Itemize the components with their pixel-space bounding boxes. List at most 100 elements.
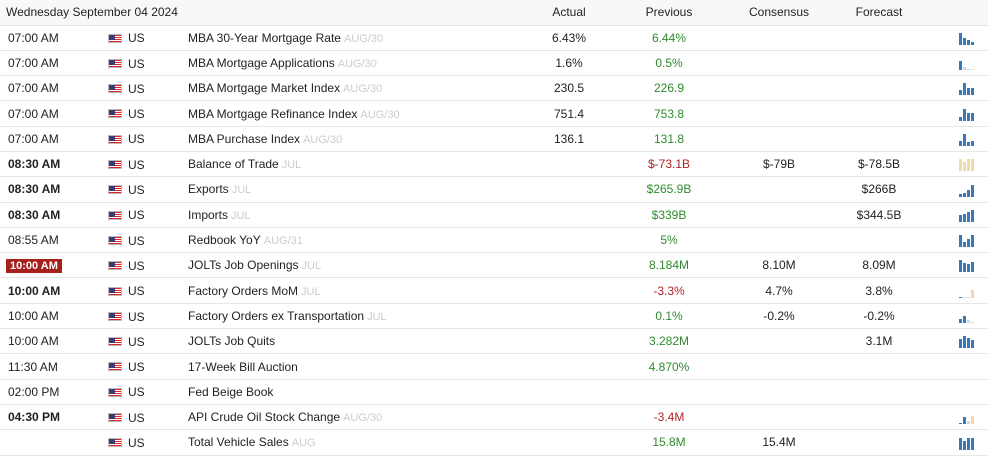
- trend-bar: [959, 214, 963, 222]
- calendar-row[interactable]: 07:00 AM US MBA 30-Year Mortgage Rate AUG/3…: [0, 25, 988, 51]
- event-name-link[interactable]: MBA Mortgage Market Index: [188, 81, 340, 95]
- calendar-row[interactable]: 10:00 AM US JOLTs Job Quits 3.282M 3.1M: [0, 328, 988, 355]
- column-header-forecast: Forecast: [834, 0, 925, 26]
- trend-chart-cell[interactable]: [924, 126, 988, 152]
- event-country: US: [106, 353, 184, 380]
- trend-sparkline-icon[interactable]: [959, 411, 975, 425]
- trend-bar: [971, 322, 975, 324]
- trend-chart-cell[interactable]: [924, 151, 988, 178]
- calendar-row[interactable]: 04:30 PM US API Crude Oil Stock Change AUG/…: [0, 404, 988, 431]
- event-time: 07:00 AM: [0, 50, 106, 77]
- actual-value: [524, 227, 615, 254]
- trend-bar: [959, 116, 963, 121]
- trend-bar: [967, 239, 971, 248]
- trend-chart-cell[interactable]: [924, 252, 988, 279]
- trend-sparkline-icon[interactable]: [959, 310, 975, 324]
- reference-period: JUL: [231, 209, 251, 222]
- calendar-row[interactable]: 11:30 AM US 17-Week Bill Auction 4.870%: [0, 353, 988, 380]
- event-name-link[interactable]: MBA Mortgage Refinance Index: [188, 107, 357, 121]
- event-name-link[interactable]: API Crude Oil Stock Change: [188, 410, 340, 424]
- trend-chart-cell[interactable]: [924, 328, 988, 355]
- event-country: US: [106, 151, 184, 178]
- trend-chart-cell[interactable]: [924, 303, 988, 330]
- calendar-row[interactable]: 10:00 AM US Factory Orders MoM JUL -3.3% 4.7%…: [0, 277, 988, 304]
- us-flag-icon: [108, 134, 122, 144]
- trend-chart-cell[interactable]: [924, 100, 988, 127]
- calendar-row[interactable]: 08:30 AM US Imports JUL $339B $344.5B: [0, 202, 988, 228]
- calendar-row[interactable]: 07:00 AM US MBA Mortgage Refinance Index AU…: [0, 100, 988, 127]
- calendar-row[interactable]: 10:00 AM US Factory Orders ex Transportati…: [0, 303, 988, 330]
- event-name-link[interactable]: Fed Beige Book: [188, 385, 273, 399]
- trend-bar: [963, 242, 967, 248]
- trend-chart-cell[interactable]: [924, 75, 988, 102]
- calendar-row[interactable]: 08:30 AM US Balance of Trade JUL $-73.1B $-79…: [0, 151, 988, 178]
- trend-sparkline-icon[interactable]: [959, 57, 975, 71]
- calendar-row[interactable]: 07:00 AM US MBA Purchase Index AUG/30 136.1 1…: [0, 126, 988, 152]
- event-name-link[interactable]: Factory Orders MoM: [188, 284, 298, 298]
- trend-sparkline-icon[interactable]: [959, 184, 975, 197]
- trend-chart-cell[interactable]: [924, 202, 988, 228]
- forecast-value: [834, 429, 925, 456]
- trend-sparkline-icon[interactable]: [959, 259, 975, 273]
- reference-period: AUG/30: [343, 32, 384, 45]
- event-name-link[interactable]: Balance of Trade: [188, 157, 279, 171]
- trend-chart-cell[interactable]: [924, 429, 988, 456]
- consensus-value: [724, 227, 835, 254]
- trend-sparkline-icon[interactable]: [959, 437, 975, 450]
- event-name-link[interactable]: Factory Orders ex Transportation: [188, 309, 364, 323]
- trend-sparkline-icon[interactable]: [959, 133, 975, 146]
- event-country: US: [106, 227, 184, 254]
- trend-sparkline-icon[interactable]: [959, 285, 975, 298]
- event-name-link[interactable]: MBA 30-Year Mortgage Rate: [188, 31, 341, 45]
- event-name-link[interactable]: Total Vehicle Sales: [188, 435, 289, 449]
- trend-chart-cell[interactable]: [924, 25, 988, 51]
- trend-chart-cell[interactable]: [924, 50, 988, 77]
- calendar-row[interactable]: 02:00 PM US Fed Beige Book: [0, 379, 988, 405]
- calendar-row[interactable]: 10:00 AM US JOLTs Job Openings JUL 8.184M 8.1…: [0, 252, 988, 279]
- forecast-value: [834, 25, 925, 51]
- event-time: 07:00 AM: [0, 126, 106, 152]
- forecast-value: -0.2%: [834, 303, 925, 330]
- event-name-link[interactable]: Redbook YoY: [188, 233, 261, 247]
- trend-sparkline-icon[interactable]: [959, 82, 975, 96]
- consensus-value: [724, 25, 835, 51]
- event-name-link[interactable]: Exports: [188, 182, 229, 196]
- calendar-row[interactable]: 07:00 AM US MBA Mortgage Market Index AUG/3…: [0, 75, 988, 102]
- trend-bar: [967, 296, 971, 298]
- calendar-row[interactable]: 08:30 AM US Exports JUL $265.9B $266B: [0, 176, 988, 203]
- trend-sparkline-icon[interactable]: [959, 32, 975, 45]
- trend-sparkline-icon[interactable]: [959, 108, 975, 121]
- trend-chart-cell[interactable]: [924, 227, 988, 254]
- trend-bar: [963, 192, 967, 197]
- calendar-row[interactable]: US Total Vehicle Sales AUG 15.8M 15.4M: [0, 429, 988, 456]
- trend-chart-cell[interactable]: [924, 353, 988, 380]
- trend-bar: [967, 88, 971, 96]
- event-name-link[interactable]: MBA Purchase Index: [188, 132, 300, 146]
- trend-chart-cell[interactable]: [924, 277, 988, 304]
- trend-sparkline-icon[interactable]: [959, 335, 975, 349]
- trend-chart-cell[interactable]: [924, 176, 988, 203]
- event-name-link[interactable]: Imports: [188, 208, 228, 222]
- event-time: 02:00 PM: [0, 379, 106, 405]
- event-name-link[interactable]: JOLTs Job Quits: [188, 334, 275, 348]
- country-code: US: [128, 233, 145, 248]
- consensus-value: [724, 353, 835, 380]
- event-name-link[interactable]: MBA Mortgage Applications: [188, 56, 335, 70]
- trend-bar: [967, 320, 971, 324]
- event-name-link[interactable]: JOLTs Job Openings: [188, 258, 299, 272]
- country-code: US: [128, 334, 145, 349]
- trend-sparkline-icon[interactable]: [959, 234, 975, 248]
- trend-chart-cell[interactable]: [924, 404, 988, 431]
- consensus-value: [724, 126, 835, 152]
- calendar-row[interactable]: 07:00 AM US MBA Mortgage Applications AUG/3…: [0, 50, 988, 77]
- calendar-row[interactable]: 08:55 AM US Redbook YoY AUG/31 5%: [0, 227, 988, 254]
- consensus-value: [724, 75, 835, 102]
- event-name-link[interactable]: 17-Week Bill Auction: [188, 360, 298, 374]
- trend-sparkline-icon[interactable]: [959, 158, 975, 172]
- trend-bar: [959, 260, 963, 273]
- trend-chart-cell[interactable]: [924, 379, 988, 405]
- event-cell: Imports JUL: [184, 202, 525, 228]
- consensus-value: [724, 404, 835, 431]
- forecast-value: [834, 100, 925, 127]
- trend-sparkline-icon[interactable]: [959, 209, 975, 222]
